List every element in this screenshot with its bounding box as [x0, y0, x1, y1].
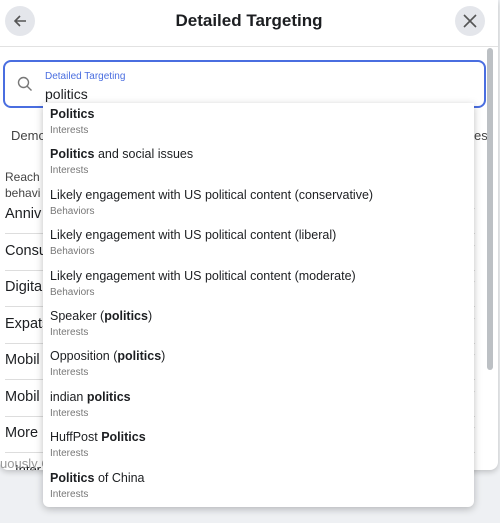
suggestion-item[interactable]: Speaker (politics) Interests — [43, 305, 474, 345]
search-input[interactable]: Detailed Targeting politics — [3, 60, 486, 108]
tab-right[interactable]: es — [474, 128, 488, 143]
suggestion-name-part: Likely engagement with US political cont… — [50, 228, 337, 243]
close-button[interactable] — [455, 6, 485, 36]
scrollbar[interactable] — [487, 48, 493, 370]
suggestion-item[interactable]: Politics Interests — [43, 103, 474, 143]
search-label: Detailed Targeting — [45, 71, 126, 82]
row-label: Digita — [5, 279, 43, 295]
search-value[interactable]: politics — [45, 86, 88, 102]
suggestion-item[interactable]: Likely engagement with US political cont… — [43, 265, 474, 305]
suggestion-name-part: Politics — [50, 470, 95, 485]
suggestion-name-part: politics — [117, 349, 162, 364]
suggestion-category: Interests — [50, 488, 89, 500]
suggestion-name: Politics — [50, 107, 474, 122]
modal-header: Detailed Targeting — [0, 0, 498, 47]
suggestion-name-part: Opposition ( — [50, 349, 118, 364]
close-icon — [463, 14, 477, 28]
suggestion-name: Likely engagement with US political cont… — [50, 188, 474, 203]
suggestion-item[interactable]: HuffPost Politics Interests — [43, 426, 474, 466]
suggestion-name-part: Politics — [101, 430, 146, 445]
row-label: Anniv — [5, 206, 42, 222]
row-label: Consu — [5, 243, 47, 259]
suggestion-name-part: Likely engagement with US political cont… — [50, 187, 374, 202]
search-icon — [17, 76, 32, 91]
suggestion-item[interactable]: Likely engagement with US political cont… — [43, 184, 474, 224]
suggestion-category: Behaviors — [50, 205, 95, 217]
suggestion-name-part: ) — [161, 349, 166, 364]
suggestion-name: HuffPost Politics — [50, 430, 474, 445]
suggestion-category: Interests — [50, 407, 89, 419]
suggestion-item[interactable]: indian politics Interests — [43, 386, 474, 426]
suggestion-name: Speaker (politics) — [50, 309, 474, 324]
suggestion-name-part: and social issues — [94, 147, 194, 162]
suggestion-category: Interests — [50, 326, 89, 338]
suggestion-name: Likely engagement with US political cont… — [50, 228, 474, 243]
tab-demographics[interactable]: Demo — [11, 128, 46, 143]
suggestion-name-part: Politics — [50, 147, 95, 162]
suggestion-category: Behaviors — [50, 246, 95, 258]
suggestion-category: Interests — [50, 367, 89, 379]
suggestion-name: Opposition (politics) — [50, 349, 474, 364]
suggestion-category: Behaviors — [50, 286, 95, 298]
suggestion-name-part: Politics — [50, 107, 95, 121]
suggestion-name-part: ) — [147, 308, 153, 323]
row-label: Mobil — [5, 389, 40, 405]
suggestions-dropdown: Politics Interests Politics and social iss… — [43, 103, 474, 507]
suggestion-name: Likely engagement with US political cont… — [50, 269, 474, 284]
suggestion-name-part: politics — [86, 389, 131, 404]
row-label: More — [5, 425, 39, 441]
suggestion-item[interactable]: Politics and social issues Interests — [43, 143, 474, 183]
suggestion-name: Politics of China — [50, 471, 474, 486]
suggestion-name-part: HuffPost — [50, 430, 102, 445]
suggestion-category: Interests — [50, 448, 89, 460]
suggestion-item[interactable]: Politics of China Interests — [43, 467, 474, 507]
suggestion-item[interactable]: Likely engagement with US political cont… — [43, 224, 474, 264]
suggestion-name-part: indian — [50, 389, 87, 404]
suggestion-item[interactable]: Opposition (politics) Interests — [43, 345, 474, 385]
suggestion-category: Interests — [50, 125, 89, 136]
suggestion-name-part: of China — [94, 470, 145, 485]
suggestion-name-part: politics — [104, 308, 148, 323]
suggestion-name-part: Likely engagement with US political cont… — [50, 268, 356, 283]
suggestion-name: Politics and social issues — [50, 147, 474, 162]
suggestion-category: Interests — [50, 165, 89, 177]
row-label: Mobil — [5, 352, 40, 368]
suggestion-name: indian politics — [50, 390, 474, 405]
suggestion-name-part: Speaker ( — [50, 308, 105, 323]
modal-title: Detailed Targeting — [175, 11, 323, 30]
